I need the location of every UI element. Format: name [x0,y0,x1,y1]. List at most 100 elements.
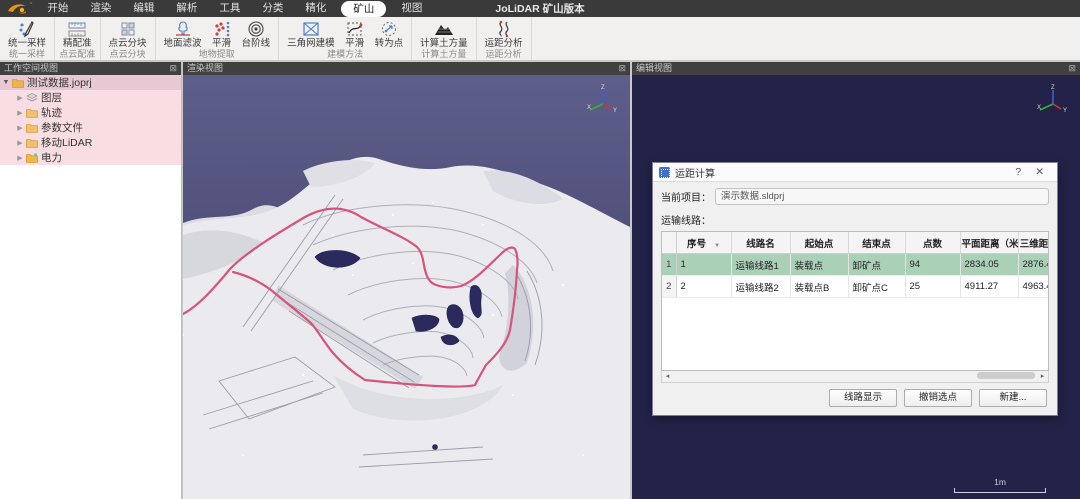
col-header-index[interactable]: 序号▼ [676,232,731,254]
group-label: 点云配准 [58,49,97,60]
menu-render[interactable]: 渲染 [79,0,122,17]
ground-filter-button[interactable]: 地面滤波 [159,17,207,49]
convert-to-points-icon [380,18,398,39]
edit-view-header: 编辑视图 ⊠ [632,62,1080,75]
tree-item-label: 电力 [41,150,62,165]
close-icon[interactable]: ⊠ [1068,62,1076,75]
table-row-line2[interactable]: 2 2 运输线路2 装载点B 卸矿点C 25 4911.27 4963.48 [662,276,1049,298]
render-viewport-3d[interactable]: Z X Y [183,75,630,499]
caret-right-icon[interactable]: ▶ [14,109,26,117]
workspace-panel: 工作空间视图 ⊠ ▼ 测试数据.joprj ▶ 图层 [0,62,182,499]
menu-edit[interactable]: 编辑 [122,0,165,17]
axis-gizmo[interactable]: Z X Y [586,83,620,117]
col-header-line-name[interactable]: 线路名 [731,232,790,254]
earthwork-volume-button[interactable]: 计算土方量 [415,17,473,49]
col-header-3d-distance[interactable]: 三维距离（米） [1018,232,1049,254]
app-logo-icon[interactable] [6,2,28,15]
caret-right-icon[interactable]: ▶ [14,154,26,162]
menu-tools[interactable]: 工具 [208,0,251,17]
mesh-smooth-button[interactable]: 平滑 [340,17,370,49]
cloud-tiling-button[interactable]: 点云分块 [104,17,152,49]
group-label: 计算土方量 [415,49,473,60]
caret-down-icon[interactable]: ▼ [0,79,12,86]
uniform-sampling-icon [18,18,36,39]
tin-modeling-icon [301,18,321,39]
show-line-button[interactable]: 线路显示 [829,389,897,407]
main-area: 工作空间视图 ⊠ ▼ 测试数据.joprj ▶ 图层 [0,60,1080,499]
col-header-start-point[interactable]: 起始点 [790,232,848,254]
application-window: ˇ 开始 渲染 编辑 解析 工具 分类 精化 矿山 视图 JoLiDAR 矿山版… [0,0,1080,499]
fine-registration-button[interactable]: 精配准 [58,17,97,49]
dialog-button-row: 线路显示 撤销选点 新建... [829,389,1047,407]
transport-lines-table[interactable]: 序号▼ 线路名 起始点 结束点 点数 平面距离（米） 三维距离（米） [661,231,1049,371]
menu-mine-active[interactable]: 矿山 [341,1,386,17]
ribbon-group-earthwork: 计算土方量 计算土方量 [412,17,477,60]
col-header-plan-distance[interactable]: 平面距离（米） [960,232,1018,254]
menu-parse[interactable]: 解析 [165,0,208,17]
undo-point-button[interactable]: 撤销选点 [904,389,972,407]
tree-item-layers[interactable]: ▶ 图层 [0,90,181,105]
haul-distance-dialog: 运距计算 ? ✕ 当前项目： 演示数据.sldprj 运输线路： [652,162,1058,416]
sort-icon: ▼ [714,243,720,249]
new-line-button[interactable]: 新建... [979,389,1047,407]
caret-right-icon[interactable]: ▶ [14,124,26,132]
earthwork-volume-icon [433,18,455,39]
smooth-points-icon [212,18,232,39]
haul-distance-icon [494,18,514,39]
ribbon-group-haul-analysis: 运距分析 运距分析 [477,17,532,60]
caret-right-icon[interactable]: ▶ [14,94,26,102]
close-icon[interactable]: ⊠ [169,62,177,75]
folder-icon [26,108,38,118]
dialog-body: 当前项目： 演示数据.sldprj 运输线路： [653,182,1057,383]
group-label: 点云分块 [104,49,152,60]
tree-item-label: 图层 [41,90,62,105]
scroll-right-icon[interactable]: ▸ [1037,372,1048,381]
group-label: 地物提取 [159,49,276,60]
workspace-tree: ▼ 测试数据.joprj ▶ 图层 ▶ [0,75,181,165]
current-project-field[interactable]: 演示数据.sldprj [715,188,1049,205]
group-label: 建模方法 [282,49,408,60]
tree-item-power[interactable]: ▶ 电力 [0,150,181,165]
scale-bar-label: 1m [954,477,1046,487]
tin-modeling-button[interactable]: 三角网建模 [282,17,340,49]
tree-item-trajectory[interactable]: ▶ 轨迹 [0,105,181,120]
close-icon[interactable]: ⊠ [618,62,626,75]
scrollbar-thumb[interactable] [977,372,1035,379]
scrollbar-track[interactable] [673,371,1037,382]
svg-text:X: X [587,105,591,111]
axis-gizmo[interactable]: Z X Y [1036,83,1070,117]
tree-item-mobile-lidar[interactable]: ▶ 移动LiDAR [0,135,181,150]
dialog-titlebar[interactable]: 运距计算 ? ✕ [653,163,1057,182]
smooth-points-button[interactable]: 平滑 [207,17,237,49]
ribbon-toolbar: 统一采样 统一采样 精配准 点云配准 [0,17,1080,61]
corner-cell[interactable] [662,232,676,254]
col-header-point-count[interactable]: 点数 [905,232,960,254]
dialog-title: 运距计算 [675,165,1008,180]
menu-classify[interactable]: 分类 [251,0,294,17]
col-header-end-point[interactable]: 结束点 [848,232,905,254]
tree-item-project[interactable]: ▼ 测试数据.joprj [0,75,181,90]
haul-distance-button[interactable]: 运距分析 [480,17,528,49]
caret-right-icon[interactable]: ▶ [14,139,26,147]
svg-text:Y: Y [613,108,617,114]
folder-icon [12,78,24,88]
tree-item-label: 轨迹 [41,105,62,120]
logo-dropdown-icon[interactable]: ˇ [30,3,32,10]
uniform-sampling-button[interactable]: 统一采样 [3,17,51,49]
menu-view[interactable]: 视图 [390,0,433,17]
help-button[interactable]: ? [1008,166,1028,178]
horizontal-scrollbar[interactable]: ◂ ▸ [661,371,1049,383]
menu-start[interactable]: 开始 [36,0,79,17]
bench-line-icon [247,18,265,39]
menu-refine[interactable]: 精化 [294,0,337,17]
folder-icon [26,138,38,148]
scroll-left-icon[interactable]: ◂ [662,372,673,381]
edit-viewport-3d[interactable]: Z X Y 1m 运距计算 ? ✕ [632,75,1080,499]
tree-item-parameter-files[interactable]: ▶ 参数文件 [0,120,181,135]
ribbon-group-registration: 精配准 点云配准 [55,17,101,60]
table-row-line1[interactable]: 1 1 运输线路1 装载点 卸矿点 94 2834.05 2876.44 [662,254,1049,276]
window-title: JoLiDAR 矿山版本 [495,1,584,16]
bench-line-button[interactable]: 台阶线 [237,17,276,49]
convert-to-points-button[interactable]: 转为点 [370,17,409,49]
close-button[interactable]: ✕ [1028,166,1051,178]
